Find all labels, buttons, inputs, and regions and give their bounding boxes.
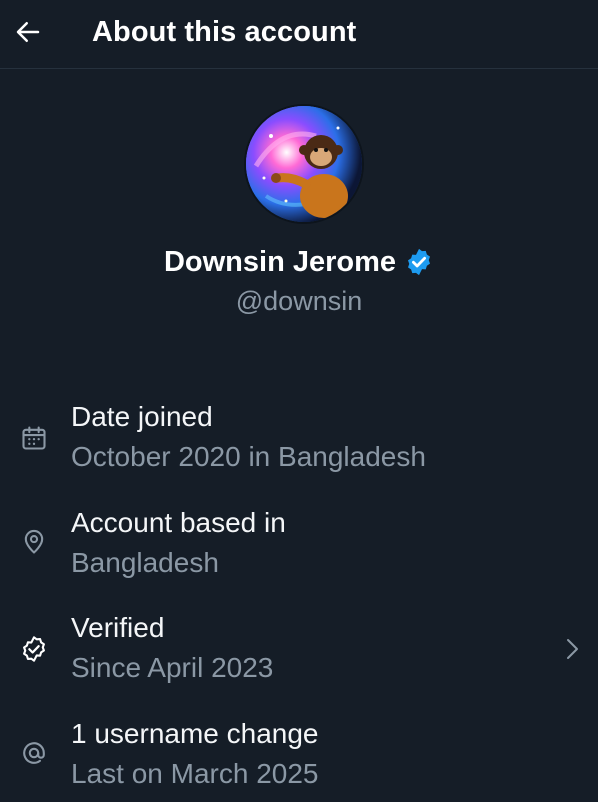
avatar-image bbox=[246, 106, 362, 222]
avatar[interactable] bbox=[246, 106, 362, 222]
location-pin-icon bbox=[18, 526, 50, 558]
info-subtitle: Bangladesh bbox=[71, 547, 219, 578]
verified-badge-icon bbox=[404, 247, 434, 277]
info-title: Verified bbox=[71, 612, 165, 643]
info-row-date-joined: Date joined October 2020 in Bangladesh bbox=[0, 398, 598, 498]
info-title: 1 username change bbox=[71, 718, 319, 749]
page-title: About this account bbox=[92, 16, 357, 48]
info-subtitle: Last on March 2025 bbox=[71, 758, 319, 789]
top-app-bar: About this account bbox=[0, 0, 598, 69]
profile-name-row: Downsin Jerome bbox=[0, 242, 598, 282]
info-row-username-change: 1 username change Last on March 2025 bbox=[0, 715, 598, 802]
username-handle: @downsin bbox=[235, 286, 363, 316]
info-subtitle: Since April 2023 bbox=[71, 652, 274, 683]
info-subtitle: October 2020 in Bangladesh bbox=[71, 441, 426, 472]
info-title: Date joined bbox=[71, 401, 213, 432]
at-sign-icon bbox=[18, 737, 50, 769]
chevron-right-icon bbox=[560, 633, 584, 665]
info-row-account-based-in: Account based in Bangladesh bbox=[0, 504, 598, 604]
verified-check-icon bbox=[18, 633, 50, 665]
arrow-left-icon bbox=[16, 22, 40, 42]
info-row-verified[interactable]: Verified Since April 2023 bbox=[0, 609, 598, 709]
display-name: Downsin Jerome bbox=[163, 246, 397, 278]
about-account-screen: About this account Downsin Jerome @downs… bbox=[0, 0, 598, 802]
calendar-icon bbox=[18, 422, 50, 454]
back-button[interactable] bbox=[10, 12, 46, 52]
info-title: Account based in bbox=[71, 507, 286, 538]
